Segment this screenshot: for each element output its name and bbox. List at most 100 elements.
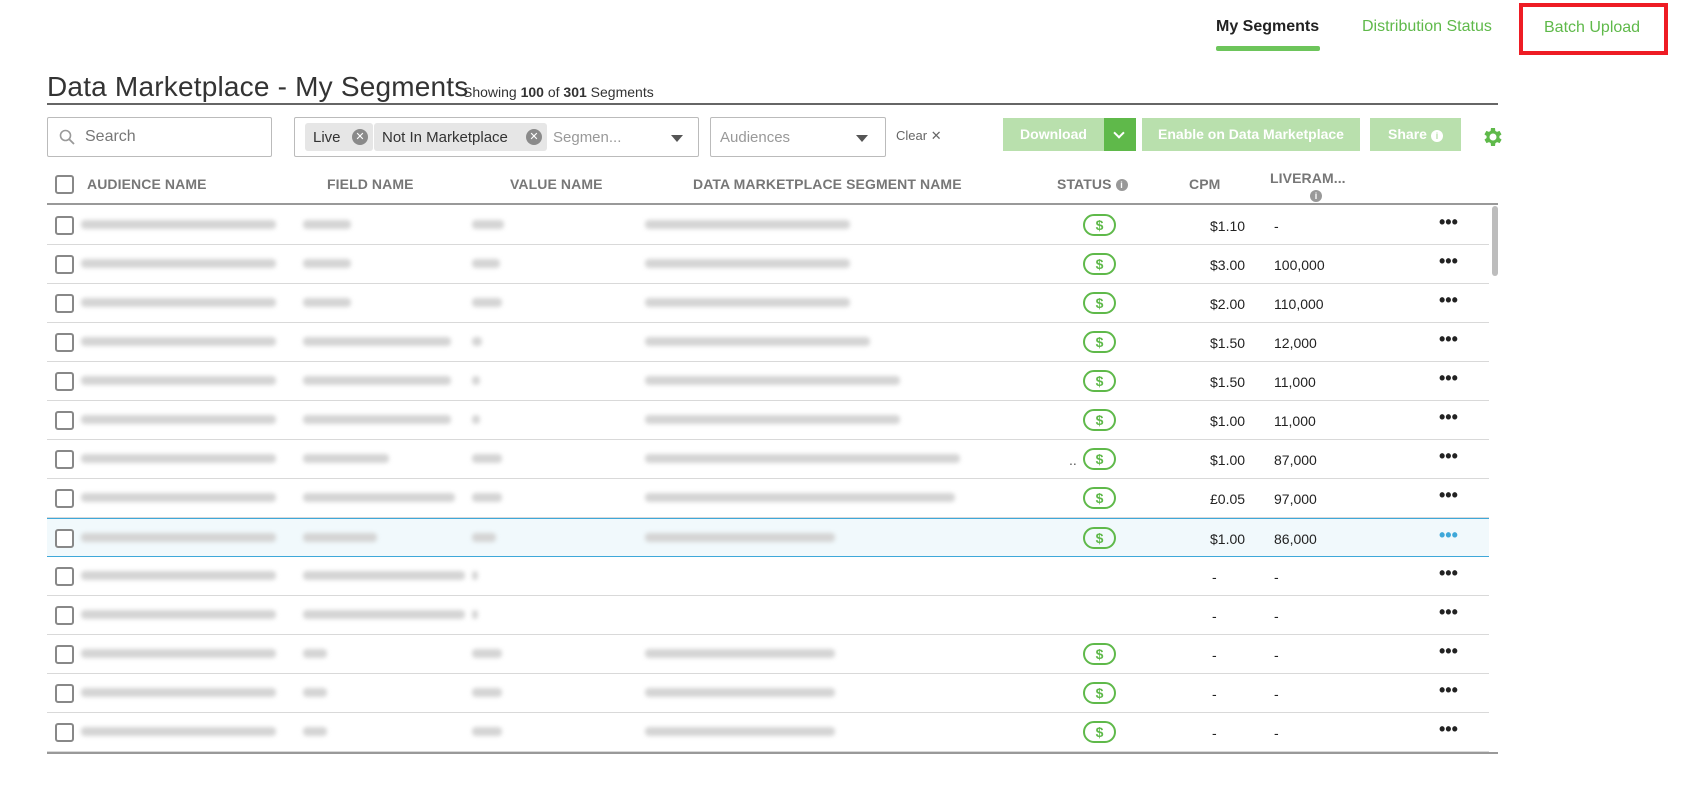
liveramp-cell: 110,000 — [1274, 296, 1324, 312]
row-checkbox[interactable] — [55, 723, 74, 742]
download-button[interactable]: Download — [1003, 118, 1104, 151]
active-tab-indicator — [1216, 46, 1320, 51]
table-row[interactable]: - - ••• — [47, 596, 1489, 635]
more-actions-icon[interactable]: ••• — [1439, 602, 1458, 623]
more-actions-icon[interactable]: ••• — [1439, 485, 1458, 506]
clear-filters-button[interactable]: Clear ✕ — [896, 128, 942, 144]
field-name-cell — [303, 259, 351, 268]
dollar-status-icon: $ — [1083, 448, 1116, 470]
more-actions-icon[interactable]: ••• — [1439, 329, 1458, 350]
more-actions-icon[interactable]: ••• — [1439, 368, 1458, 389]
row-checkbox[interactable] — [55, 216, 74, 235]
row-checkbox[interactable] — [55, 606, 74, 625]
showing-count: 100 — [520, 84, 544, 100]
row-checkbox[interactable] — [55, 294, 74, 313]
field-name-cell — [303, 727, 327, 736]
truncation-ellipsis: .. — [1069, 452, 1077, 468]
chevron-down-icon[interactable] — [671, 135, 683, 142]
more-actions-icon[interactable]: ••• — [1439, 212, 1458, 233]
table-row[interactable]: $ - - ••• — [47, 635, 1489, 674]
dm-segment-name-cell — [645, 337, 870, 346]
liveramp-cell: 97,000 — [1274, 491, 1317, 507]
table-row[interactable]: $ - - ••• — [47, 713, 1489, 752]
dollar-status-icon: $ — [1083, 292, 1116, 314]
more-actions-icon[interactable]: ••• — [1439, 641, 1458, 662]
share-button[interactable]: Share i — [1370, 118, 1461, 151]
download-options-button[interactable] — [1104, 118, 1136, 151]
remove-chip-icon[interactable]: ✕ — [526, 129, 542, 145]
tab-batch-upload[interactable]: Batch Upload — [1544, 19, 1640, 37]
row-checkbox[interactable] — [55, 645, 74, 664]
table-row[interactable]: $ $1.50 11,000 ••• — [47, 362, 1489, 401]
column-header-value-name[interactable]: VALUE NAME — [510, 176, 603, 192]
cpm-cell: - — [1212, 569, 1217, 585]
table-row[interactable]: - - ••• — [47, 557, 1489, 596]
more-actions-icon[interactable]: ••• — [1439, 407, 1458, 428]
row-checkbox[interactable] — [55, 333, 74, 352]
tab-distribution-status[interactable]: Distribution Status — [1362, 18, 1492, 36]
search-input[interactable]: Search — [47, 117, 272, 157]
cpm-cell: £0.05 — [1210, 491, 1246, 507]
table-row[interactable]: $ $1.50 12,000 ••• — [47, 323, 1489, 362]
column-header-dm-segment-name[interactable]: DATA MARKETPLACE SEGMENT NAME — [693, 176, 962, 192]
row-checkbox[interactable] — [55, 684, 74, 703]
remove-chip-icon[interactable]: ✕ — [352, 129, 368, 145]
more-actions-icon[interactable]: ••• — [1439, 563, 1458, 584]
cpm-cell: - — [1212, 647, 1217, 663]
scrollbar[interactable] — [1492, 206, 1498, 276]
close-icon: ✕ — [927, 128, 942, 143]
column-header-audience-name[interactable]: AUDIENCE NAME — [87, 176, 207, 192]
column-header-liveramp[interactable]: LIVERAM... — [1270, 170, 1346, 186]
more-actions-icon[interactable]: ••• — [1439, 446, 1458, 467]
column-header-cpm[interactable]: CPM — [1189, 176, 1220, 192]
dm-segment-name-cell — [645, 259, 850, 268]
row-checkbox[interactable] — [55, 567, 74, 586]
row-checkbox[interactable] — [55, 450, 74, 469]
table-row[interactable]: $ $1.10 - ••• — [47, 206, 1489, 245]
search-icon — [59, 129, 75, 145]
tab-my-segments[interactable]: My Segments — [1216, 18, 1319, 36]
dollar-status-icon: $ — [1083, 409, 1116, 431]
table-row[interactable]: $ $2.00 110,000 ••• — [47, 284, 1489, 323]
table-row[interactable]: $ £0.05 97,000 ••• — [47, 479, 1489, 518]
clear-label: Clear — [896, 128, 928, 143]
column-header-status[interactable]: STATUS i — [1057, 176, 1128, 192]
value-name-cell — [472, 259, 500, 268]
audience-name-cell — [81, 259, 276, 268]
dm-segment-name-cell — [645, 533, 835, 542]
enable-on-marketplace-button[interactable]: Enable on Data Marketplace — [1142, 118, 1360, 151]
share-label: Share — [1388, 126, 1427, 142]
row-checkbox[interactable] — [55, 372, 74, 391]
row-checkbox[interactable] — [55, 255, 74, 274]
cpm-cell: $1.10 — [1210, 218, 1246, 234]
audiences-placeholder: Audiences — [720, 129, 791, 146]
status-label: STATUS — [1057, 176, 1112, 192]
more-actions-icon[interactable]: ••• — [1439, 251, 1458, 272]
liveramp-cell: - — [1274, 608, 1279, 624]
audiences-select[interactable]: Audiences — [710, 117, 886, 157]
page-title: Data Marketplace - My Segments — [47, 71, 469, 102]
more-actions-icon[interactable]: ••• — [1439, 525, 1458, 546]
field-name-cell — [303, 337, 451, 346]
row-checkbox[interactable] — [55, 489, 74, 508]
table-row[interactable]: $ - - ••• — [47, 674, 1489, 713]
row-checkbox[interactable] — [55, 411, 74, 430]
table-row[interactable]: $ $3.00 100,000 ••• — [47, 245, 1489, 284]
gear-icon[interactable] — [1480, 125, 1504, 149]
value-name-cell — [472, 533, 496, 542]
segment-filter-select[interactable]: Live ✕ Not In Marketplace ✕ Segmen... — [294, 117, 699, 157]
table-row[interactable]: $ $1.00 11,000 ••• — [47, 401, 1489, 440]
field-name-cell — [303, 533, 377, 542]
more-actions-icon[interactable]: ••• — [1439, 680, 1458, 701]
field-name-cell — [303, 649, 327, 658]
column-header-field-name[interactable]: FIELD NAME — [327, 176, 414, 192]
table-row[interactable]: .. $ $1.00 87,000 ••• — [47, 440, 1489, 479]
more-actions-icon[interactable]: ••• — [1439, 719, 1458, 740]
row-checkbox[interactable] — [55, 529, 74, 548]
table-row[interactable]: $ $1.00 86,000 ••• — [47, 518, 1489, 557]
results-count: Showing 100 of 301 Segments — [463, 84, 654, 100]
chevron-down-icon[interactable] — [856, 135, 868, 142]
more-actions-icon[interactable]: ••• — [1439, 290, 1458, 311]
dollar-status-icon: $ — [1083, 487, 1116, 509]
select-all-checkbox[interactable] — [55, 175, 74, 194]
